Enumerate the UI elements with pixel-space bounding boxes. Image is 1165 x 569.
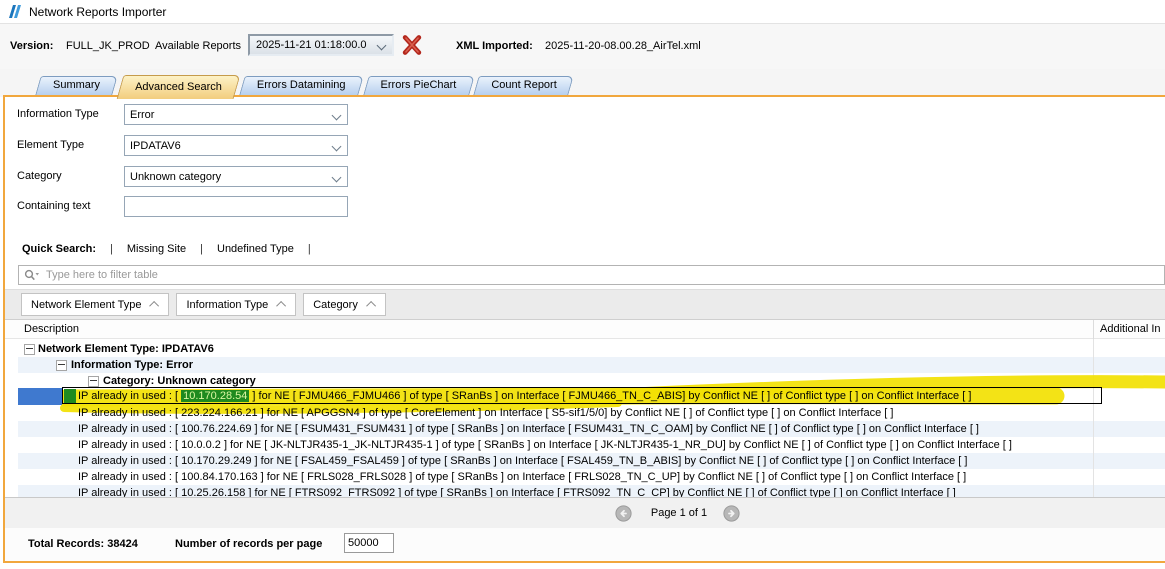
delete-report-button[interactable] bbox=[401, 34, 423, 56]
separator: | bbox=[200, 243, 203, 255]
grouping-bar: Network Element Type Information Type Ca… bbox=[5, 289, 1165, 320]
column-header-additional-info[interactable]: Additional In bbox=[1100, 323, 1161, 335]
collapse-icon[interactable] bbox=[88, 376, 99, 387]
tree-node-network-element-type[interactable]: Network Element Type: IPDATAV6 bbox=[18, 341, 1165, 357]
pagination-bar: Page 1 of 1 bbox=[5, 497, 1165, 528]
available-reports-label: Available Reports bbox=[155, 40, 241, 52]
category-label: Category bbox=[17, 170, 62, 182]
chevron-down-icon bbox=[332, 111, 342, 121]
information-type-label: Information Type bbox=[17, 108, 99, 120]
table-row[interactable]: IP already in used : [ 10.170.29.249 ] f… bbox=[18, 453, 1165, 469]
app-window: Network Reports Importer Version: FULL_J… bbox=[0, 0, 1165, 569]
total-records-label: Total Records: 38424 bbox=[28, 538, 138, 550]
information-type-select[interactable]: Error bbox=[124, 104, 348, 125]
separator: | bbox=[308, 243, 311, 255]
collapse-icon[interactable] bbox=[24, 344, 35, 355]
version-label: Version: bbox=[10, 40, 53, 52]
chevron-down-icon bbox=[332, 173, 342, 183]
available-reports-value: 2025-11-21 01:18:00.0 bbox=[256, 39, 367, 51]
tab-summary[interactable]: Summary bbox=[38, 76, 115, 95]
records-per-page-label: Number of records per page bbox=[175, 538, 322, 550]
chevron-down-icon bbox=[332, 142, 342, 152]
column-header-description[interactable]: Description bbox=[24, 323, 79, 335]
table-row[interactable]: IP already in used : [ 223.224.166.21 ] … bbox=[18, 405, 1165, 421]
group-chip-network-element-type[interactable]: Network Element Type bbox=[21, 293, 169, 316]
column-divider bbox=[1093, 320, 1094, 339]
xml-imported-value: 2025-11-20-08.00.28_AirTel.xml bbox=[545, 40, 701, 52]
report-toolbar: Version: FULL_JK_PROD Available Reports … bbox=[0, 24, 1165, 70]
search-icon bbox=[24, 269, 40, 281]
selected-row-indent bbox=[18, 388, 62, 405]
collapse-icon[interactable] bbox=[56, 360, 67, 371]
table-footer: Total Records: 38424 Number of records p… bbox=[5, 528, 1165, 561]
group-chip-category[interactable]: Category bbox=[303, 293, 386, 316]
xml-imported-label: XML Imported: bbox=[456, 40, 533, 52]
tab-errors-piechart[interactable]: Errors PieChart bbox=[366, 76, 472, 95]
group-chip-information-type[interactable]: Information Type bbox=[176, 293, 296, 316]
table-filter-input[interactable] bbox=[44, 268, 1164, 282]
available-reports-select[interactable]: 2025-11-21 01:18:00.0 bbox=[248, 34, 394, 56]
element-type-select[interactable]: IPDATAV6 bbox=[124, 135, 348, 156]
containing-text-label: Containing text bbox=[17, 200, 90, 212]
previous-page-button[interactable] bbox=[615, 505, 632, 522]
selected-row[interactable] bbox=[62, 387, 1102, 404]
tree-node-information-type[interactable]: Information Type: Error bbox=[18, 357, 1165, 373]
window-title: Network Reports Importer bbox=[29, 5, 166, 19]
category-value: Unknown category bbox=[130, 171, 221, 183]
total-records-value: 38424 bbox=[107, 538, 138, 550]
tab-strip: Summary Advanced Search Errors Dataminin… bbox=[0, 69, 1165, 97]
tab-errors-datamining[interactable]: Errors Datamining bbox=[242, 76, 361, 95]
information-type-value: Error bbox=[130, 109, 154, 121]
containing-text-input[interactable] bbox=[124, 196, 348, 217]
tab-count-report[interactable]: Count Report bbox=[476, 76, 571, 95]
quick-search-missing-site[interactable]: Missing Site bbox=[127, 243, 186, 255]
next-page-button[interactable] bbox=[723, 505, 740, 522]
quick-search-bar: Quick Search: | Missing Site | Undefined… bbox=[22, 243, 311, 255]
sort-asc-icon bbox=[366, 301, 376, 311]
table-filter-box bbox=[18, 265, 1165, 285]
records-per-page-input[interactable] bbox=[344, 533, 394, 553]
table-row[interactable]: IP already in used : [ 100.84.170.163 ] … bbox=[18, 469, 1165, 485]
separator: | bbox=[110, 243, 113, 255]
element-type-label: Element Type bbox=[17, 139, 84, 151]
sort-asc-icon bbox=[150, 301, 160, 311]
column-divider bbox=[1093, 339, 1094, 497]
results-table-body: Network Element Type: IPDATAV6 Informati… bbox=[18, 339, 1165, 497]
table-row[interactable]: IP already in used : [ 10.25.26.158 ] fo… bbox=[18, 485, 1165, 497]
tab-advanced-search[interactable]: Advanced Search bbox=[120, 75, 237, 99]
page-indicator: Page 1 of 1 bbox=[643, 507, 715, 519]
chevron-down-icon bbox=[377, 41, 387, 51]
quick-search-undefined-type[interactable]: Undefined Type bbox=[217, 243, 294, 255]
table-row[interactable]: IP already in used : [ 10.0.0.2 ] for NE… bbox=[18, 437, 1165, 453]
category-select[interactable]: Unknown category bbox=[124, 166, 348, 187]
app-logo-icon bbox=[8, 4, 24, 19]
title-bar: Network Reports Importer bbox=[0, 0, 1165, 24]
version-value: FULL_JK_PROD bbox=[66, 40, 150, 52]
sort-asc-icon bbox=[276, 301, 286, 311]
element-type-value: IPDATAV6 bbox=[130, 140, 181, 152]
table-header: Description Additional In bbox=[5, 320, 1165, 339]
quick-search-label: Quick Search: bbox=[22, 243, 96, 255]
advanced-search-panel: Information Type Error Element Type IPDA… bbox=[3, 95, 1165, 563]
table-row[interactable]: IP already in used : [ 100.76.224.69 ] f… bbox=[18, 421, 1165, 437]
